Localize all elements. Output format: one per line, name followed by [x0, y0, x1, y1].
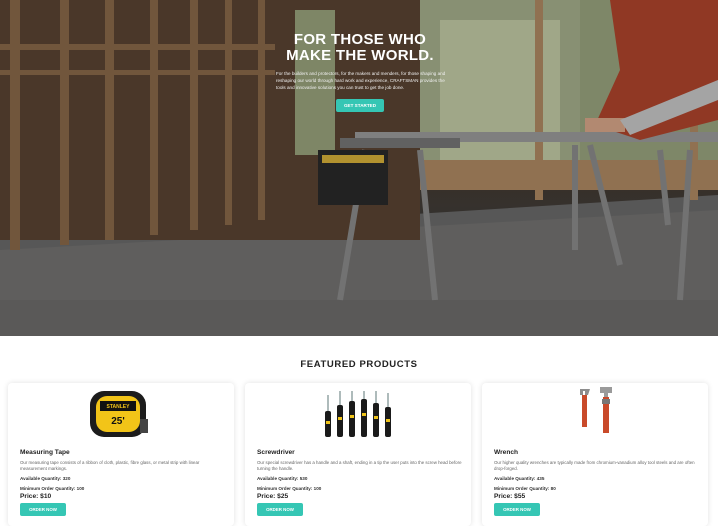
product-card-wrench: Wrench Our higher quality wrenches are t… — [482, 383, 708, 526]
product-name: Measuring Tape — [20, 449, 70, 456]
product-image — [245, 385, 471, 439]
product-price: Price: $25 — [257, 493, 289, 500]
wrench-icon — [580, 387, 612, 433]
minimum-order-quantity: Minimum Order Quantity: 100 — [20, 486, 85, 491]
order-now-button[interactable]: ORDER NOW — [494, 503, 540, 516]
hero-title-line1: FOR THOSE WHO — [293, 31, 427, 48]
product-image: STANLEY 25' — [8, 385, 234, 439]
product-description: Our measuring tape consists of a ribbon … — [20, 460, 200, 471]
product-description: Our higher quality wrenches are typicall… — [494, 460, 695, 471]
order-now-button[interactable]: ORDER NOW — [20, 503, 66, 516]
hero-title-line2: MAKE THE WORLD. — [286, 47, 434, 64]
product-name: Screwdriver — [257, 449, 295, 456]
product-price: Price: $55 — [494, 493, 526, 500]
svg-text:STANLEY: STANLEY — [107, 404, 131, 410]
product-price: Price: $10 — [20, 493, 52, 500]
svg-text:25': 25' — [111, 416, 125, 427]
measuring-tape-icon: STANLEY 25' — [90, 391, 148, 437]
product-name: Wrench — [494, 449, 519, 456]
featured-products-title: FEATURED PRODUCTS — [300, 359, 418, 370]
get-started-button[interactable]: GET STARTED — [335, 99, 385, 112]
hero-banner: FOR THOSE WHO MAKE THE WORLD. For the bu… — [0, 0, 718, 336]
hero-title: FOR THOSE WHO MAKE THE WORLD. — [270, 32, 450, 64]
product-card-screwdriver: Screwdriver Our special screwdriver has … — [245, 383, 471, 526]
available-quantity: Available Quantity: 320 — [20, 476, 71, 481]
product-description: Our special screwdriver has a handle and… — [257, 460, 462, 471]
product-cards: STANLEY 25' Measuring Tape Our measuring… — [8, 383, 710, 526]
product-card-measuring-tape: STANLEY 25' Measuring Tape Our measuring… — [8, 383, 234, 526]
screwdriver-set-icon — [325, 391, 391, 437]
available-quantity: Available Quantity: 435 — [494, 476, 545, 481]
order-now-button[interactable]: ORDER NOW — [257, 503, 303, 516]
minimum-order-quantity: Minimum Order Quantity: 80 — [494, 486, 556, 491]
hero-description: For the builders and protectors, for the… — [276, 71, 446, 90]
minimum-order-quantity: Minimum Order Quantity: 100 — [257, 486, 322, 491]
hero-text-block: FOR THOSE WHO MAKE THE WORLD. For the bu… — [270, 32, 450, 112]
product-image — [482, 385, 708, 439]
available-quantity: Available Quantity: 530 — [257, 476, 308, 481]
